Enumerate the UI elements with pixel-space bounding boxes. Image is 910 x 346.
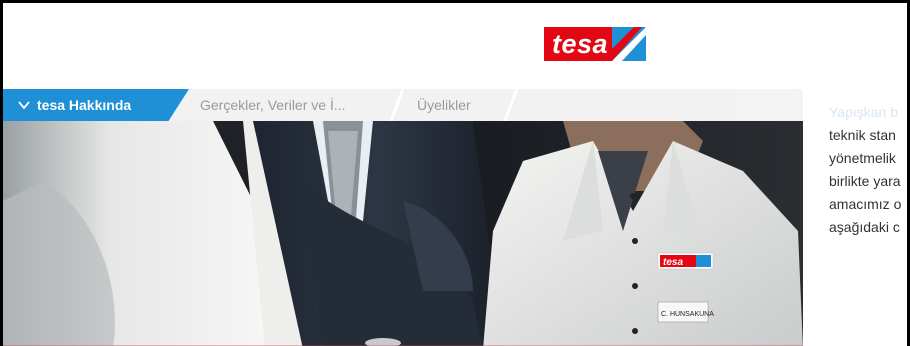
section-nav: tesa Hakkında Gerçekler, Veriler ve İ...…	[3, 89, 907, 121]
browser-viewport: tesa tesa Hakkında Gerçekler, Veriler ve…	[0, 0, 910, 346]
panel-faded-line: Yapışkan b	[829, 104, 899, 120]
tab-gercekler[interactable]: Gerçekler, Veriler ve İ...	[200, 89, 346, 121]
site-header: tesa	[3, 3, 907, 83]
logo-swoosh-icon	[612, 27, 647, 61]
hero-image: tesa C. HUNSAKUNA	[3, 121, 803, 346]
hero-photo-illustration: tesa C. HUNSAKUNA	[3, 121, 803, 346]
logo-wordmark: tesa	[544, 27, 613, 61]
name-tag-text: C. HUNSAKUNA	[661, 311, 714, 318]
tab-tesa-hakkinda[interactable]: tesa Hakkında	[3, 89, 189, 121]
tab-uyelikler[interactable]: Üyelikler	[417, 89, 471, 121]
panel-line: birlikte yara	[829, 173, 901, 189]
intro-text-panel: Yapışkan b teknik stan yönetmelik birlik…	[803, 89, 907, 346]
panel-line: amacımız o	[829, 196, 902, 212]
tab-separator	[503, 89, 519, 121]
panel-line: aşağıdaki c	[829, 219, 900, 235]
panel-line: teknik stan	[829, 127, 896, 143]
tab-label: tesa Hakkında	[37, 97, 132, 113]
chevron-down-icon	[18, 101, 30, 110]
panel-line: yönetmelik	[829, 150, 896, 166]
tab-separator	[389, 89, 405, 121]
tesa-logo[interactable]: tesa	[544, 27, 674, 61]
coat-badge-text: tesa	[663, 257, 683, 268]
